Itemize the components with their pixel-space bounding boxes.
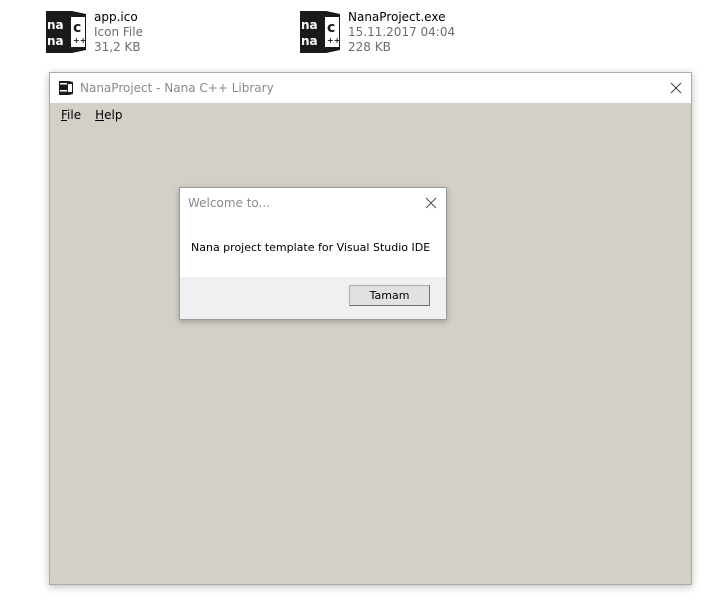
svg-text:na: na bbox=[301, 18, 318, 32]
file-name: NanaProject.exe bbox=[348, 10, 446, 24]
dialog-footer: Tamam bbox=[180, 277, 446, 319]
file-size: 31,2 KB bbox=[94, 40, 141, 54]
dialog-title: Welcome to... bbox=[188, 196, 270, 210]
menu-file[interactable]: File bbox=[54, 106, 88, 124]
nana-logo-icon: na na c ++ bbox=[46, 11, 86, 53]
welcome-dialog: Welcome to... Nana project template for … bbox=[179, 187, 447, 320]
file-name: app.ico bbox=[94, 10, 138, 24]
svg-text:na: na bbox=[47, 34, 64, 48]
menu-help[interactable]: Help bbox=[88, 106, 129, 124]
close-icon bbox=[425, 197, 437, 209]
window-titlebar[interactable]: NanaProject - Nana C++ Library bbox=[50, 73, 691, 103]
file-date: 15.11.2017 04:04 bbox=[348, 25, 456, 39]
menu-help-rest: elp bbox=[104, 108, 123, 122]
file-item-app-ico[interactable]: na na c ++ app.ico Icon File 31,2 KB bbox=[42, 8, 143, 56]
window-close-button[interactable] bbox=[661, 73, 691, 103]
nana-logo-icon: na na c ++ bbox=[300, 11, 340, 53]
menu-file-rest: ile bbox=[67, 108, 82, 122]
file-type: Icon File bbox=[94, 25, 143, 39]
svg-text:na: na bbox=[301, 34, 318, 48]
nana-app-icon bbox=[59, 81, 73, 95]
dialog-body: Nana project template for Visual Studio … bbox=[180, 218, 446, 276]
close-icon bbox=[670, 82, 682, 94]
menu-help-accel: H bbox=[95, 108, 105, 122]
window-title: NanaProject - Nana C++ Library bbox=[80, 81, 274, 95]
dialog-message: Nana project template for Visual Studio … bbox=[191, 240, 431, 254]
svg-text:++: ++ bbox=[327, 36, 340, 45]
svg-text:na: na bbox=[47, 18, 64, 32]
dialog-close-button[interactable] bbox=[416, 188, 446, 218]
svg-text:c: c bbox=[327, 20, 335, 36]
menu-bar: File Help bbox=[50, 103, 691, 127]
main-window: NanaProject - Nana C++ Library File Help… bbox=[49, 72, 692, 585]
file-size: 228 KB bbox=[348, 40, 391, 54]
dialog-titlebar[interactable]: Welcome to... bbox=[180, 188, 446, 218]
ok-button[interactable]: Tamam bbox=[349, 285, 430, 306]
svg-text:c: c bbox=[73, 20, 81, 36]
svg-text:++: ++ bbox=[73, 36, 86, 45]
file-item-nanaproject-exe[interactable]: na na c ++ NanaProject.exe 15.11.2017 04… bbox=[296, 8, 455, 56]
